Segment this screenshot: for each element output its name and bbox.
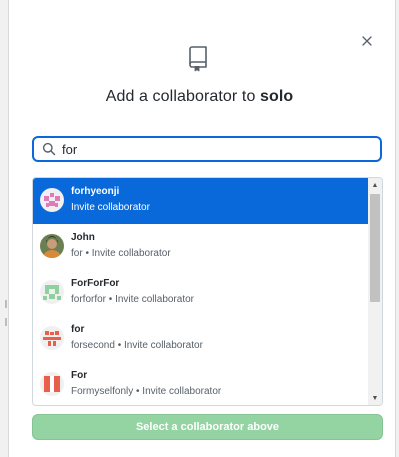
close-icon xyxy=(362,36,372,46)
result-name: For xyxy=(71,370,88,381)
list-scrollbar[interactable]: ▲ ▼ xyxy=(368,178,382,405)
repo-name: solo xyxy=(260,88,294,105)
result-subtitle: Invite collaborator xyxy=(71,202,150,213)
dialog-title: Add a collaborator to solo xyxy=(0,88,399,106)
red-identicon xyxy=(40,326,64,350)
list-item[interactable]: John for • Invite collaborator xyxy=(33,224,368,270)
result-subtitle: forforfor • Invite collaborator xyxy=(71,294,194,305)
edge-mark xyxy=(5,318,7,326)
avatar xyxy=(40,234,64,258)
edge-mark xyxy=(5,300,7,308)
list-item[interactable]: For Formyselfonly • Invite collaborator xyxy=(33,362,368,405)
page-edge-left xyxy=(0,0,9,457)
result-name: John xyxy=(71,232,95,243)
avatar xyxy=(40,326,64,350)
search-field[interactable] xyxy=(32,136,382,162)
avatar xyxy=(40,280,64,304)
scroll-down-button[interactable]: ▼ xyxy=(368,391,382,405)
list-item[interactable]: forhyeonji Invite collaborator xyxy=(33,178,368,224)
result-subtitle: Formyselfonly • Invite collaborator xyxy=(71,386,222,397)
photo-avatar xyxy=(40,234,64,258)
result-name: forhyeonji xyxy=(71,186,120,197)
result-name: ForForFor xyxy=(71,278,120,289)
repo-icon xyxy=(189,46,207,72)
result-subtitle: forsecond • Invite collaborator xyxy=(71,340,203,351)
title-prefix: Add a collaborator to xyxy=(105,88,260,105)
scroll-thumb[interactable] xyxy=(370,194,380,302)
avatar xyxy=(40,372,64,396)
list-item[interactable]: ForForFor forforfor • Invite collaborato… xyxy=(33,270,368,316)
search-icon xyxy=(42,142,56,156)
select-collaborator-button[interactable]: Select a collaborator above xyxy=(32,414,383,440)
page-edge-right xyxy=(395,0,399,457)
results-list: forhyeonji Invite collaborator John for … xyxy=(32,177,383,406)
red-white-identicon xyxy=(40,372,64,396)
list-item[interactable]: for forsecond • Invite collaborator xyxy=(33,316,368,362)
search-input[interactable] xyxy=(62,140,362,158)
green-identicon xyxy=(40,280,64,304)
pink-identicon xyxy=(40,188,64,212)
avatar xyxy=(40,188,64,212)
close-button[interactable] xyxy=(358,30,376,52)
scroll-up-button[interactable]: ▲ xyxy=(368,178,382,192)
result-subtitle: for • Invite collaborator xyxy=(71,248,171,259)
result-name: for xyxy=(71,324,85,335)
